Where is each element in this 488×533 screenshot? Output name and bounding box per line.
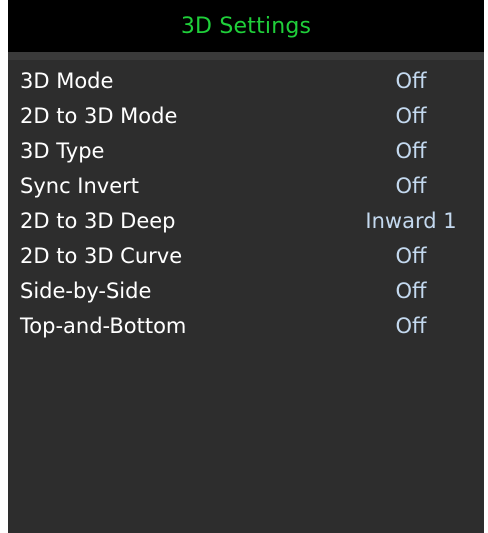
menu-item-2d-to-3d-curve[interactable]: 2D to 3D Curve Off [8, 239, 484, 274]
menu-item-label: 3D Type [20, 139, 105, 163]
menu-item-value[interactable]: Off [331, 64, 484, 99]
menu-item-2d-to-3d-deep[interactable]: 2D to 3D Deep Inward 1 [8, 204, 484, 239]
menu-item-label: Side-by-Side [20, 279, 152, 303]
menu-item-value[interactable]: Off [331, 309, 484, 344]
menu-item-3d-type[interactable]: 3D Type Off [8, 134, 484, 169]
menu-item-value[interactable]: Off [331, 99, 484, 134]
menu-item-top-and-bottom[interactable]: Top-and-Bottom Off [8, 309, 484, 344]
menu-item-value[interactable]: Inward 1 [331, 204, 484, 239]
menu-item-label: 2D to 3D Mode [20, 104, 178, 128]
menu-title: 3D Settings [180, 13, 312, 39]
settings-list: 3D Mode Off 2D to 3D Mode Off 3D Type Of… [8, 64, 484, 344]
menu-item-label: Top-and-Bottom [20, 314, 187, 338]
menu-item-label: 2D to 3D Deep [20, 209, 176, 233]
menu-item-value[interactable]: Off [331, 274, 484, 309]
header-divider [8, 52, 484, 60]
menu-item-value[interactable]: Off [331, 169, 484, 204]
menu-item-label: 2D to 3D Curve [20, 244, 183, 268]
menu-item-2d-to-3d-mode[interactable]: 2D to 3D Mode Off [8, 99, 484, 134]
menu-item-3d-mode[interactable]: 3D Mode Off [8, 64, 484, 99]
menu-item-value[interactable]: Off [331, 239, 484, 274]
menu-item-sync-invert[interactable]: Sync Invert Off [8, 169, 484, 204]
menu-item-side-by-side[interactable]: Side-by-Side Off [8, 274, 484, 309]
menu-header: 3D Settings [8, 0, 484, 52]
menu-item-value[interactable]: Off [331, 134, 484, 169]
menu-item-label: 3D Mode [20, 69, 114, 93]
osd-menu-panel: 3D Settings 3D Mode Off 2D to 3D Mode Of… [8, 0, 484, 533]
menu-item-label: Sync Invert [20, 174, 140, 198]
